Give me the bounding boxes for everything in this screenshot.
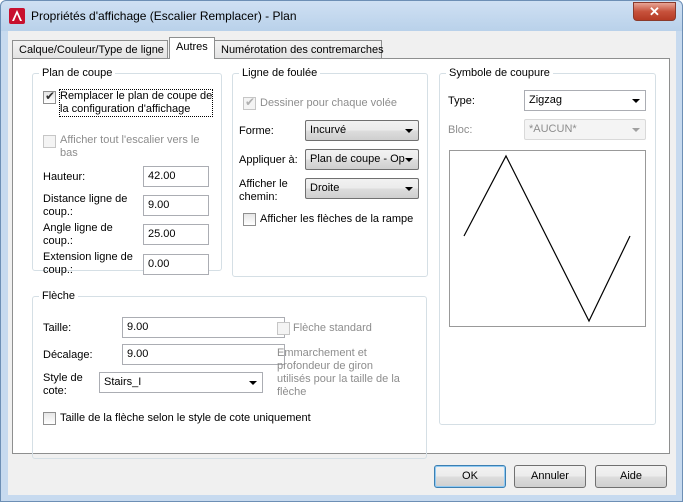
show-all-stair-label: Afficher tout l'escalier vers le bas xyxy=(60,134,199,160)
tab-autres[interactable]: Autres xyxy=(169,37,215,59)
appliquer-select[interactable]: Plan de coupe - Op xyxy=(305,149,419,170)
chevron-down-icon xyxy=(405,129,413,133)
taille-label: Taille: xyxy=(43,322,72,334)
group-plan-de-coupe: Plan de coupe ✔ Remplacer le plan de cou… xyxy=(32,67,222,276)
standard-arrow-label: Flèche standard xyxy=(293,322,372,334)
label-line: coup.: xyxy=(43,264,73,276)
tab-panel-autres: Plan de coupe ✔ Remplacer le plan de cou… xyxy=(12,58,670,459)
chevron-down-icon xyxy=(405,187,413,191)
angle-input[interactable]: 25.00 xyxy=(143,224,209,245)
chevron-down-icon xyxy=(632,99,640,103)
group-title: Flèche xyxy=(39,290,79,302)
info-line: flèche xyxy=(277,386,307,398)
group-ligne-de-foulee: Ligne de foulée ✔ Dessiner pour chaque v… xyxy=(232,67,428,277)
distance-input[interactable]: 9.00 xyxy=(143,195,209,216)
tab-label: Numérotation des contremarches xyxy=(221,44,384,56)
extension-label: Extension ligne de coup.: xyxy=(43,251,133,277)
draw-each-flight-label: Dessiner pour chaque volée xyxy=(260,97,397,109)
info-line: Emmarchement et xyxy=(277,347,367,359)
standard-arrow-checkbox[interactable] xyxy=(277,322,290,335)
ok-button[interactable]: OK xyxy=(434,465,506,488)
show-ramp-arrows-checkbox[interactable] xyxy=(243,213,256,226)
label-line: coup.: xyxy=(43,235,73,247)
zigzag-preview-graphic xyxy=(463,154,631,323)
decalage-input[interactable]: 9.00 xyxy=(122,344,285,365)
window-title: Propriétés d'affichage (Escalier Remplac… xyxy=(31,9,297,23)
label-line: cote: xyxy=(43,385,67,397)
group-title: Ligne de foulée xyxy=(239,67,321,79)
checkmark-icon: ✔ xyxy=(45,89,56,103)
chevron-down-icon xyxy=(632,128,640,132)
info-line: profondeur de giron xyxy=(277,360,374,372)
forme-select[interactable]: Incurvé xyxy=(305,120,419,141)
select-value: Stairs_I xyxy=(104,376,142,388)
dialog-client: Calque/Couleur/Type de ligne Autres Numé… xyxy=(8,31,676,495)
cancel-button[interactable]: Annuler xyxy=(514,465,586,488)
arrow-info-text: Emmarchement et profondeur de giron util… xyxy=(277,347,400,399)
label-line: coup.: xyxy=(43,206,73,218)
afficher-chemin-label: Afficher le chemin: xyxy=(239,178,288,204)
size-by-dimstyle-label: Taille de la flèche selon le style de co… xyxy=(60,412,311,424)
extension-input[interactable]: 0.00 xyxy=(143,254,209,275)
bloc-label: Bloc: xyxy=(448,124,473,136)
label-line: Angle ligne de xyxy=(43,222,113,234)
hauteur-input[interactable]: 42.00 xyxy=(143,166,209,187)
dialog-window: Propriétés d'affichage (Escalier Remplac… xyxy=(0,0,683,502)
angle-label: Angle ligne de coup.: xyxy=(43,222,113,248)
bloc-select[interactable]: *AUCUN* xyxy=(524,119,646,140)
info-line: utilisés pour la taille de la xyxy=(277,373,400,385)
forme-label: Forme: xyxy=(239,125,274,137)
break-symbol-preview xyxy=(449,150,646,327)
select-value: Incurvé xyxy=(310,124,347,136)
label-line: Afficher tout l'escalier vers le xyxy=(60,134,200,146)
checkmark-icon: ✔ xyxy=(245,95,256,109)
distance-label: Distance ligne de coup.: xyxy=(43,193,127,219)
chevron-down-icon xyxy=(249,381,257,385)
select-value: *AUCUN* xyxy=(529,123,577,135)
label-line: Remplacer le plan de coupe de xyxy=(60,90,213,102)
label-line: Distance ligne de xyxy=(43,193,128,205)
label-line: Style de xyxy=(43,372,83,384)
group-title: Symbole de coupure xyxy=(446,67,553,79)
decalage-label: Décalage: xyxy=(43,349,93,361)
show-all-stair-checkbox[interactable] xyxy=(43,135,56,148)
close-button[interactable]: ✕ xyxy=(633,2,676,21)
show-ramp-arrows-label: Afficher les flèches de la rampe xyxy=(260,213,414,225)
type-select[interactable]: Zigzag xyxy=(524,90,646,111)
label-line: Extension ligne de xyxy=(43,251,133,263)
afficher-chemin-select[interactable]: Droite xyxy=(305,178,419,199)
hauteur-label: Hauteur: xyxy=(43,171,86,183)
close-icon: ✕ xyxy=(649,4,660,19)
select-value: Zigzag xyxy=(529,94,563,106)
label-line: la configuration d'affichage xyxy=(60,103,191,115)
tab-calque-couleur[interactable]: Calque/Couleur/Type de ligne xyxy=(12,40,168,58)
label-line: bas xyxy=(60,147,78,159)
tab-numerotation[interactable]: Numérotation des contremarches xyxy=(214,40,384,58)
autocad-app-icon xyxy=(9,8,25,24)
group-title: Plan de coupe xyxy=(39,67,116,79)
size-by-dimstyle-checkbox[interactable] xyxy=(43,412,56,425)
chevron-down-icon xyxy=(405,158,413,162)
label-line: chemin: xyxy=(239,191,278,203)
help-button[interactable]: Aide xyxy=(595,465,667,488)
replace-cutplane-checkbox[interactable]: ✔ xyxy=(43,89,56,104)
draw-each-flight-checkbox[interactable]: ✔ xyxy=(243,95,256,110)
label-line: Afficher le xyxy=(239,178,288,190)
group-symbole-de-coupure: Symbole de coupure Type: Zigzag Bloc: *A… xyxy=(439,67,656,425)
taille-input[interactable]: 9.00 xyxy=(122,317,285,338)
replace-cutplane-label: Remplacer le plan de coupe de la configu… xyxy=(58,89,214,117)
group-fleche: Flèche Taille: 9.00 Décalage: 9.00 Style… xyxy=(32,290,427,459)
select-value: Droite xyxy=(310,182,340,194)
appliquer-label: Appliquer à: xyxy=(239,154,298,166)
tab-label: Autres xyxy=(176,41,208,53)
title-bar[interactable]: Propriétés d'affichage (Escalier Remplac… xyxy=(1,1,682,31)
style-cote-label: Style de cote: xyxy=(43,372,83,398)
tab-label: Calque/Couleur/Type de ligne xyxy=(19,44,164,56)
type-label: Type: xyxy=(448,95,475,107)
select-value: Plan de coupe - Op xyxy=(310,153,405,165)
style-cote-select[interactable]: Stairs_I xyxy=(99,372,263,393)
